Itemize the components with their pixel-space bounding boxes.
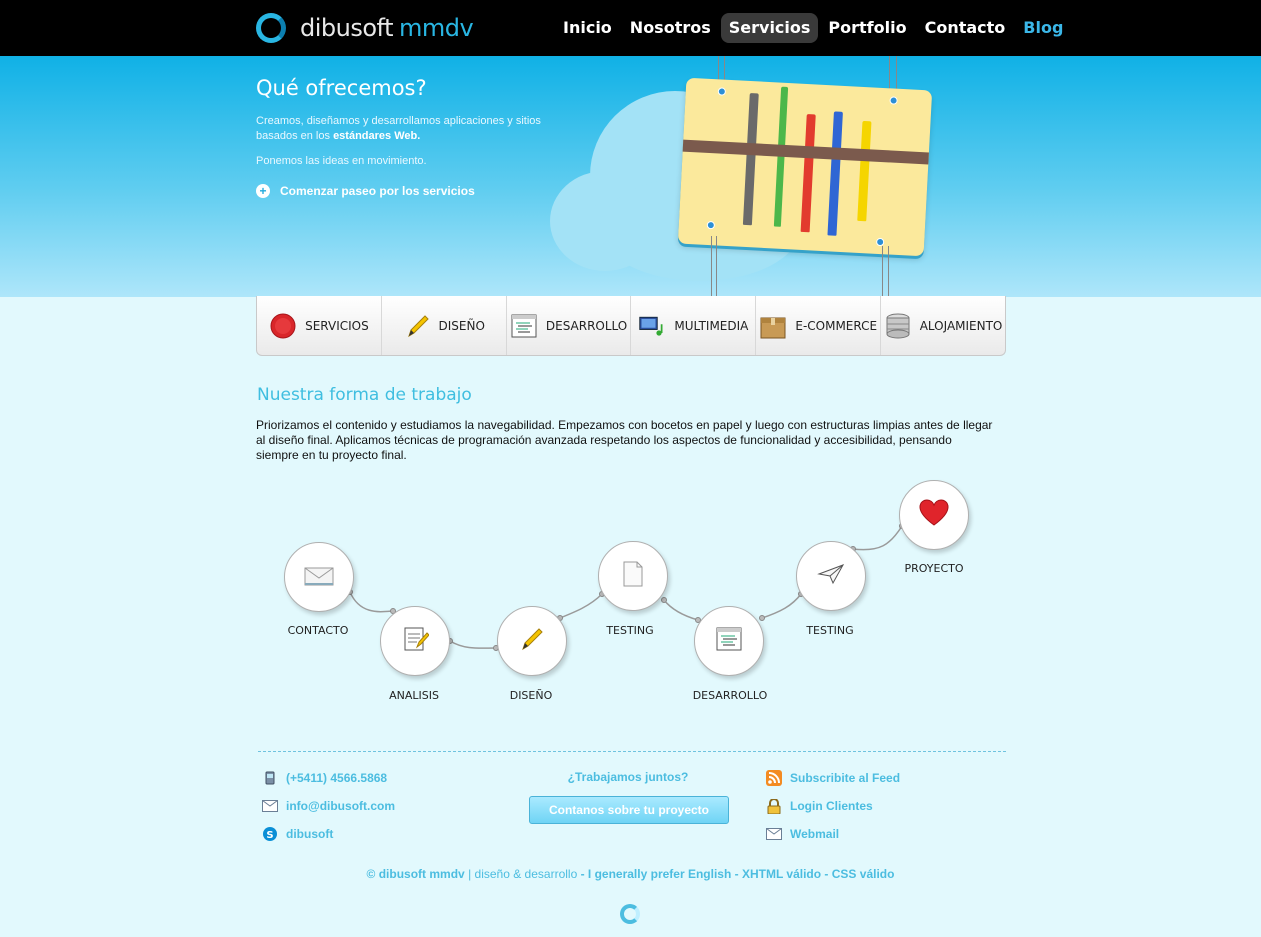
step-label: PROYECTO xyxy=(904,562,964,575)
footer-divider xyxy=(258,751,1006,752)
services-tab-bar: SERVICIOS DISEÑO DESARROLLO MULTIMEDIA E… xyxy=(256,296,1006,356)
paper-plane-icon xyxy=(817,562,845,590)
english-link[interactable]: - I generally prefer English xyxy=(577,867,732,881)
site-logo[interactable]: dibusoft mmdv xyxy=(256,12,474,44)
lock-icon xyxy=(766,798,782,814)
hero-banner: Qué ofrecemos? Creamos, diseñamos y desa… xyxy=(0,56,1261,297)
xhtml-valid-link[interactable]: - XHTML válido xyxy=(731,867,821,881)
nav-inicio[interactable]: Inicio xyxy=(555,13,620,43)
start-tour-link[interactable]: + Comenzar paseo por los servicios xyxy=(256,184,475,198)
notepad-icon xyxy=(401,625,430,657)
footer-phone[interactable]: (+5411) 4566.5868 xyxy=(286,771,387,785)
step-label: ANALISIS xyxy=(389,689,439,702)
nav-nosotros[interactable]: Nosotros xyxy=(622,13,719,43)
pencil-board-icon xyxy=(677,77,933,257)
code-window-icon xyxy=(510,312,538,340)
logo-ring-icon xyxy=(256,13,286,43)
nav-contacto[interactable]: Contacto xyxy=(917,13,1014,43)
svg-text:S: S xyxy=(266,830,273,841)
top-navigation-bar: dibusoft mmdv Inicio Nosotros Servicios P… xyxy=(0,0,1261,56)
footer-email[interactable]: info@dibusoft.com xyxy=(286,799,395,813)
nav-blog[interactable]: Blog xyxy=(1015,13,1071,43)
footer-feed-link[interactable]: Subscribite al Feed xyxy=(790,771,900,785)
pencil-icon xyxy=(403,312,431,340)
step-contacto[interactable] xyxy=(284,542,354,612)
document-icon xyxy=(621,560,645,592)
box-icon xyxy=(759,312,787,340)
main-nav: Inicio Nosotros Servicios Portfolio Cont… xyxy=(555,13,1071,43)
heart-icon xyxy=(919,499,949,531)
logo-text: dibusoft mmdv xyxy=(300,14,474,42)
step-analisis[interactable] xyxy=(380,606,450,676)
tab-desarrollo[interactable]: DESARROLLO xyxy=(507,296,632,355)
step-label: TESTING xyxy=(606,624,654,637)
footer-login-link[interactable]: Login Clientes xyxy=(790,799,873,813)
nav-servicios[interactable]: Servicios xyxy=(720,13,819,43)
work-section-text: Priorizamos el contenido y estudiamos la… xyxy=(256,418,993,462)
cta-question: ¿Trabajamos juntos? xyxy=(567,770,689,784)
pencil-icon xyxy=(518,625,546,657)
copyright-brand-link[interactable]: © dibusoft mmdv xyxy=(367,867,465,881)
step-testing-2[interactable] xyxy=(796,541,866,611)
process-flow: CONTACTO ANALISIS DISEÑO TESTING DESARRO… xyxy=(0,470,1261,710)
step-label: DESARROLLO xyxy=(692,689,768,702)
footer-webmail-link[interactable]: Webmail xyxy=(790,827,839,841)
tab-ecommerce[interactable]: E-COMMERCE xyxy=(756,296,882,355)
step-desarrollo[interactable] xyxy=(694,606,764,676)
database-icon xyxy=(884,312,912,340)
footer-links-column: Subscribite al Feed Login Clientes Webma… xyxy=(766,770,900,854)
copyright-tagline: | diseño & desarrollo xyxy=(464,867,578,881)
step-label: TESTING xyxy=(806,624,854,637)
hero-description: Creamos, diseñamos y desarrollamos aplic… xyxy=(256,115,541,142)
skype-icon: S xyxy=(262,827,278,841)
tab-multimedia[interactable]: MULTIMEDIA xyxy=(631,296,757,355)
tab-alojamiento[interactable]: ALOJAMIENTO xyxy=(881,296,1005,355)
hero-title: Qué ofrecemos? xyxy=(256,76,427,100)
phone-icon xyxy=(262,771,278,785)
tab-servicios[interactable]: SERVICIOS xyxy=(257,296,382,355)
footer-contact-column: (+5411) 4566.5868 info@dibusoft.com S di… xyxy=(262,770,395,854)
step-label: CONTACTO xyxy=(287,624,349,637)
hero-tagline: Ponemos las ideas en movimiento. xyxy=(256,155,427,167)
step-diseno[interactable] xyxy=(497,606,567,676)
css-valid-link[interactable]: - CSS válido xyxy=(821,867,894,881)
step-label: DISEÑO xyxy=(509,689,553,702)
footer-logo-ring-icon xyxy=(620,904,640,924)
step-testing-1[interactable] xyxy=(598,541,668,611)
cta-project-button[interactable]: Contanos sobre tu proyecto xyxy=(529,796,729,824)
mail-icon xyxy=(262,799,278,813)
code-window-icon xyxy=(715,625,743,657)
tab-diseno[interactable]: DISEÑO xyxy=(382,296,507,355)
copyright-line: © dibusoft mmdv | diseño & desarrollo - … xyxy=(0,867,1261,881)
work-section-title: Nuestra forma de trabajo xyxy=(257,385,472,405)
envelope-icon xyxy=(304,563,334,591)
red-seal-icon xyxy=(269,312,297,340)
rss-icon xyxy=(766,770,782,786)
webmail-icon xyxy=(766,827,782,841)
multimedia-icon xyxy=(638,312,666,340)
nav-portfolio[interactable]: Portfolio xyxy=(820,13,914,43)
step-proyecto[interactable] xyxy=(899,480,969,550)
footer-skype[interactable]: dibusoft xyxy=(286,827,333,841)
plus-circle-icon: + xyxy=(256,184,270,198)
